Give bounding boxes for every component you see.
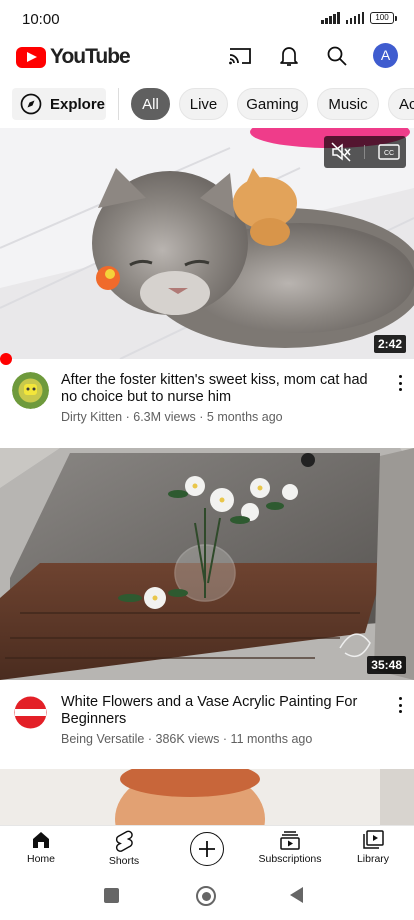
shorts-icon	[115, 830, 133, 852]
chip-divider	[118, 88, 119, 120]
video-meta[interactable]: After the foster kitten's sweet kiss, mo…	[0, 368, 414, 428]
status-bar: 10:00 100	[0, 0, 414, 36]
chip-music[interactable]: Music	[317, 88, 379, 120]
more-options-icon[interactable]	[396, 375, 404, 391]
notifications-bell-icon[interactable]	[275, 42, 303, 70]
view-count: 6.3M views	[133, 410, 196, 424]
video-meta[interactable]: White Flowers and a Vase Acrylic Paintin…	[0, 690, 414, 750]
video-thumbnail[interactable]	[0, 769, 414, 825]
subscriptions-icon	[280, 831, 300, 850]
explore-label: Explore	[50, 95, 106, 113]
explore-button[interactable]: Explore	[12, 88, 106, 120]
status-time: 10:00	[22, 11, 60, 28]
video-thumbnail[interactable]: 35:48	[0, 448, 414, 680]
upload-age: 5 months ago	[206, 410, 283, 424]
controls-divider	[364, 145, 366, 159]
channel-avatar[interactable]	[12, 372, 49, 409]
account-avatar[interactable]: A	[373, 43, 398, 68]
next-video-thumbnail-image	[0, 769, 414, 825]
nav-shorts-label: Shorts	[108, 855, 140, 867]
chip-truncated[interactable]: Ac	[388, 88, 414, 120]
nav-shorts[interactable]: Shorts	[84, 830, 164, 867]
status-icons: 100	[321, 12, 397, 24]
svg-text:CC: CC	[384, 150, 394, 157]
nav-library[interactable]: Library	[333, 830, 413, 865]
channel-name[interactable]: Dirty Kitten	[61, 410, 122, 424]
chip-live[interactable]: Live	[179, 88, 228, 120]
video-controls-overlay: CC	[324, 136, 406, 168]
video-title[interactable]: After the foster kitten's sweet kiss, mo…	[61, 372, 371, 406]
channel-avatar[interactable]	[12, 694, 49, 731]
captions-icon[interactable]: CC	[378, 144, 400, 160]
video-thumbnail[interactable]: CC 2:42	[0, 128, 414, 359]
filter-chips: Explore All Live Gaming Music Ac	[0, 88, 414, 120]
playback-progress-dot[interactable]	[0, 353, 12, 365]
video-duration: 2:42	[373, 335, 406, 353]
video-subtitle: Dirty Kitten · 6.3M views · 5 months ago	[61, 410, 283, 424]
system-home-icon[interactable]	[196, 886, 216, 906]
video-title[interactable]: White Flowers and a Vase Acrylic Paintin…	[61, 694, 371, 728]
signal-icon-2	[345, 12, 364, 24]
nav-library-label: Library	[356, 853, 390, 865]
plus-icon	[199, 841, 215, 857]
nav-home-label: Home	[26, 853, 55, 865]
chip-all[interactable]: All	[131, 88, 170, 120]
recent-apps-icon[interactable]	[104, 888, 119, 903]
nav-subscriptions[interactable]: Subscriptions	[250, 830, 330, 865]
more-options-icon[interactable]	[396, 697, 404, 713]
youtube-play-icon	[16, 46, 46, 68]
search-icon[interactable]	[323, 42, 351, 70]
channel-name[interactable]: Being Versatile	[61, 732, 144, 746]
youtube-logo[interactable]: YouTube	[16, 45, 131, 69]
mute-icon[interactable]	[330, 141, 352, 163]
compass-icon	[20, 93, 42, 115]
painting-thumbnail-image	[0, 448, 414, 680]
cast-icon[interactable]	[226, 42, 254, 70]
logo-text: YouTube	[50, 45, 131, 68]
back-icon[interactable]	[290, 887, 303, 903]
library-icon	[363, 830, 384, 849]
system-navigation-bar	[0, 872, 414, 920]
create-button[interactable]	[190, 832, 224, 866]
battery-icon: 100	[370, 12, 397, 24]
video-subtitle: Being Versatile · 386K views · 11 months…	[61, 732, 313, 746]
upload-age: 11 months ago	[230, 732, 313, 746]
video-duration: 35:48	[367, 656, 406, 674]
signal-icon	[321, 12, 340, 24]
home-icon	[33, 832, 49, 848]
app-header: YouTube	[0, 36, 414, 76]
nav-home[interactable]: Home	[1, 830, 81, 865]
chip-gaming[interactable]: Gaming	[237, 88, 308, 120]
bottom-navigation: Home Shorts Subscriptions Library	[0, 825, 414, 872]
nav-subscriptions-label: Subscriptions	[258, 853, 322, 865]
view-count: 386K views	[155, 732, 220, 746]
